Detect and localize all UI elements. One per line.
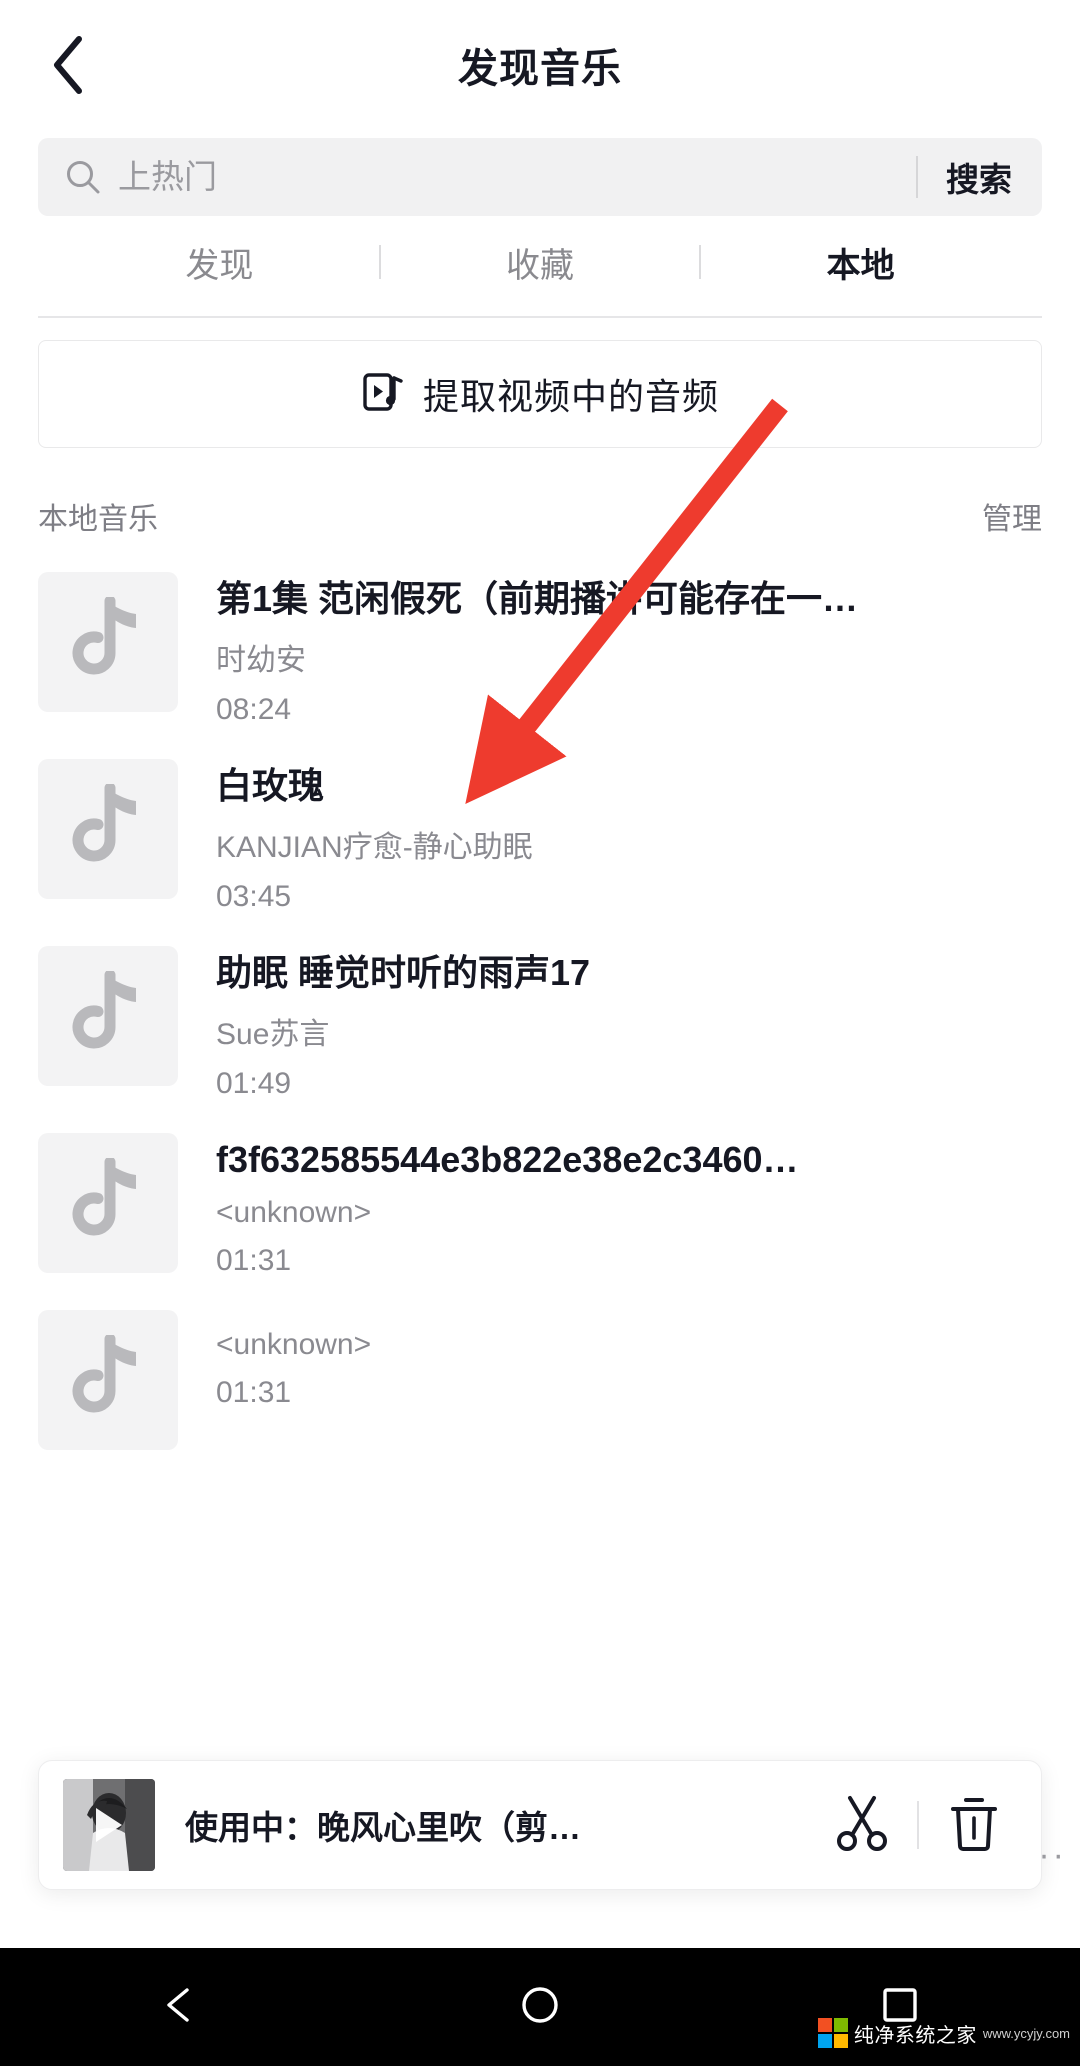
watermark: 纯净系统之家 www.ycyjy.com — [817, 2018, 1070, 2048]
back-button[interactable] — [34, 30, 104, 100]
tab-bar: 发现 收藏 本地 — [0, 216, 1080, 308]
cut-audio-button[interactable] — [819, 1782, 905, 1868]
search-icon — [64, 158, 102, 196]
trash-icon — [948, 1794, 1000, 1857]
local-music-header: 本地音乐 管理 — [0, 448, 1080, 558]
song-row[interactable]: <unknown> 01:31 — [38, 1296, 1042, 1468]
app-header: 发现音乐 — [0, 0, 1080, 130]
song-thumbnail — [38, 1310, 178, 1450]
song-duration: 03:45 — [216, 880, 292, 913]
player-track-label: 使用中：晚风心里吹（剪… — [185, 1809, 581, 1846]
song-thumbnail — [38, 946, 178, 1086]
song-row[interactable]: 第1集 范闲假死（前期播讲可能存在一… 时幼安 08:24 — [38, 558, 1042, 745]
song-artist: 时幼安 — [216, 644, 306, 677]
watermark-url: www.ycyjy.com — [982, 2025, 1070, 2041]
song-info: <unknown> 01:31 — [216, 1310, 1042, 1410]
song-row[interactable]: 助眠 睡觉时听的雨声17 Sue苏言 01:49 — [38, 932, 1042, 1119]
song-title: 助眠 睡觉时听的雨声17 — [216, 952, 591, 993]
search-bar[interactable]: 搜索 — [38, 138, 1042, 216]
home-circle-icon — [519, 1984, 561, 2031]
music-note-icon — [70, 1156, 146, 1249]
song-list: 第1集 范闲假死（前期播讲可能存在一… 时幼安 08:24 白玫瑰 KANJIA… — [0, 558, 1080, 1468]
delete-audio-button[interactable] — [931, 1782, 1017, 1868]
play-icon[interactable] — [96, 1808, 122, 1842]
nav-recents-button[interactable] — [840, 1948, 960, 2066]
watermark-text: 纯净系统之家 — [853, 2024, 977, 2047]
chevron-left-icon — [47, 34, 91, 96]
song-duration: 01:49 — [216, 1067, 292, 1100]
song-info: f3f632585544e3b822e38e2c3460… <unknown> … — [216, 1133, 1042, 1278]
music-note-icon — [70, 1333, 146, 1426]
active-audio-player-bar[interactable]: 使用中：晚风心里吹（剪… ·· — [38, 1760, 1064, 1890]
back-triangle-icon — [159, 1984, 201, 2031]
song-thumbnail — [38, 759, 178, 899]
song-artist: <unknown> — [216, 1328, 372, 1361]
song-duration: 08:24 — [216, 693, 292, 726]
search-input[interactable] — [118, 158, 892, 196]
tab-favorites[interactable]: 收藏 — [381, 238, 700, 287]
page-title: 发现音乐 — [458, 47, 622, 91]
music-note-icon — [70, 595, 146, 688]
player-thumbnail — [63, 1779, 155, 1871]
ellipsis-icon[interactable]: ·· — [1038, 1836, 1067, 1875]
song-row[interactable]: f3f632585544e3b822e38e2c3460… <unknown> … — [38, 1119, 1042, 1296]
song-title: 白玫瑰 — [216, 765, 325, 806]
tab-local[interactable]: 本地 — [701, 238, 1020, 287]
extract-section: 提取视频中的音频 — [0, 318, 1080, 448]
song-artist: Sue苏言 — [216, 1018, 330, 1051]
extract-audio-button[interactable]: 提取视频中的音频 — [38, 340, 1042, 448]
search-section: 搜索 — [0, 138, 1080, 216]
music-note-icon — [70, 782, 146, 875]
song-row[interactable]: 白玫瑰 KANJIAN疗愈-静心助眠 03:45 — [38, 745, 1042, 932]
system-navigation-bar — [0, 1948, 1080, 2066]
song-info: 白玫瑰 KANJIAN疗愈-静心助眠 03:45 — [216, 759, 1042, 914]
video-music-icon — [361, 370, 405, 419]
song-duration: 01:31 — [216, 1244, 292, 1277]
song-info: 助眠 睡觉时听的雨声17 Sue苏言 01:49 — [216, 946, 1042, 1101]
search-button[interactable]: 搜索 — [942, 153, 1016, 201]
song-thumbnail — [38, 1133, 178, 1273]
scissors-icon — [834, 1794, 890, 1857]
nav-back-button[interactable] — [120, 1948, 240, 2066]
music-note-icon — [70, 969, 146, 1062]
song-duration: 01:31 — [216, 1376, 292, 1409]
search-divider — [916, 156, 918, 198]
song-artist: KANJIAN疗愈-静心助眠 — [216, 831, 533, 864]
screen-content: 发现音乐 搜索 发现 收藏 本地 — [0, 0, 1080, 1948]
windows-logo-icon — [817, 2018, 848, 2048]
song-artist: <unknown> — [216, 1196, 372, 1229]
song-info: 第1集 范闲假死（前期播讲可能存在一… 时幼安 08:24 — [216, 572, 1042, 727]
player-action-divider — [917, 1801, 919, 1849]
song-title: 第1集 范闲假死（前期播讲可能存在一… — [216, 578, 859, 619]
extract-audio-label: 提取视频中的音频 — [422, 376, 719, 417]
tab-discover[interactable]: 发现 — [60, 238, 379, 287]
manage-button[interactable]: 管理 — [982, 494, 1042, 538]
song-thumbnail — [38, 572, 178, 712]
local-music-title: 本地音乐 — [38, 503, 158, 536]
nav-home-button[interactable] — [480, 1948, 600, 2066]
song-title: f3f632585544e3b822e38e2c3460… — [216, 1139, 799, 1180]
